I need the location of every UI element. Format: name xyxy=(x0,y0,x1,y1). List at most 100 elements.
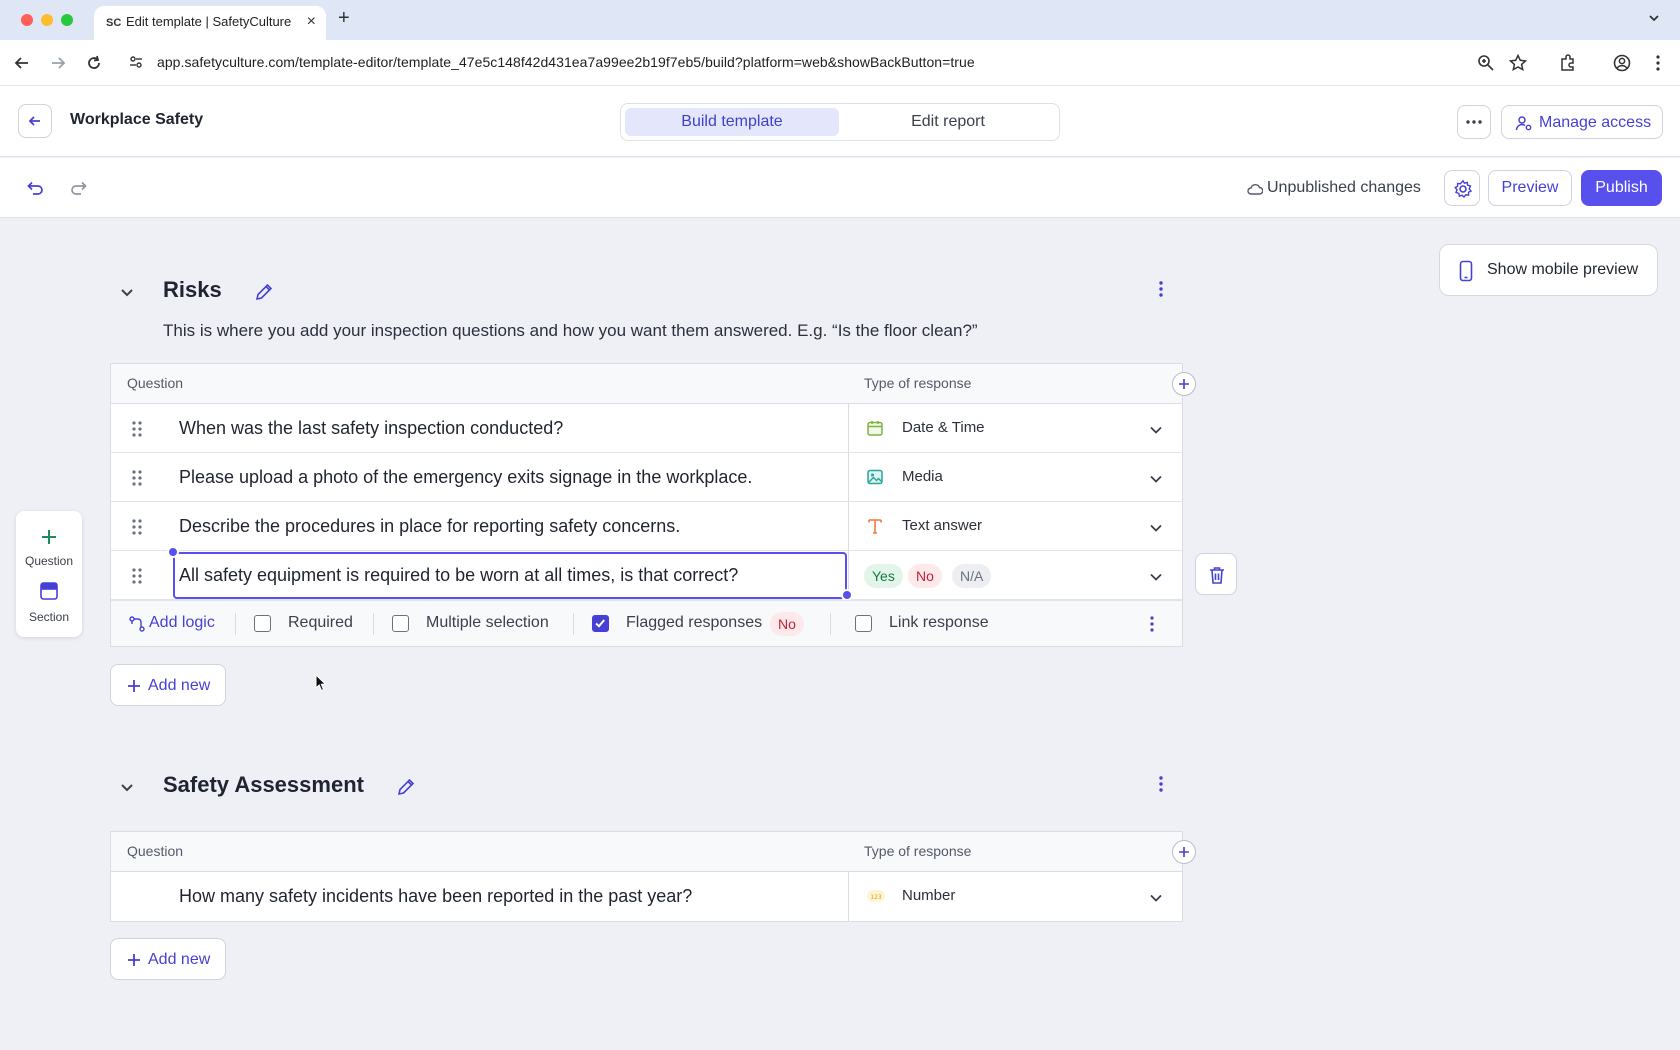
question-text[interactable]: When was the last safety inspection cond… xyxy=(179,418,563,439)
browser-address-bar: app.safetyculture.com/template-editor/te… xyxy=(0,40,1680,86)
section-icon xyxy=(40,582,58,600)
selection-handle[interactable] xyxy=(167,546,179,558)
question-table: Question Type of response When was the l… xyxy=(110,363,1196,647)
question-text[interactable]: Describe the procedures in place for rep… xyxy=(179,516,680,537)
divider xyxy=(235,613,236,635)
publish-button[interactable]: Publish xyxy=(1581,170,1662,206)
edit-pencil-icon[interactable] xyxy=(396,777,416,797)
multiple-selection-checkbox[interactable] xyxy=(392,615,409,632)
add-question-label[interactable]: Question xyxy=(16,554,82,568)
collapse-chevron-icon[interactable] xyxy=(118,778,136,796)
browser-tab[interactable]: SC Edit template | SafetyCulture × xyxy=(94,6,326,40)
plus-icon xyxy=(128,954,140,966)
table-row[interactable]: Describe the procedures in place for rep… xyxy=(111,502,1182,551)
question-options-menu-icon[interactable] xyxy=(1147,615,1157,633)
window-maximize-button[interactable] xyxy=(61,14,73,26)
column-header-question: Question xyxy=(127,375,184,391)
required-label[interactable]: Required xyxy=(288,614,353,632)
show-mobile-preview-button[interactable]: Show mobile preview xyxy=(1439,244,1658,296)
tab-edit-report[interactable]: Edit report xyxy=(841,108,1055,136)
add-section-label[interactable]: Section xyxy=(16,610,82,624)
add-section-button[interactable] xyxy=(39,581,59,601)
add-new-button[interactable]: Add new xyxy=(110,664,226,706)
response-na-badge[interactable]: N/A xyxy=(952,564,992,588)
table-header: Question Type of response xyxy=(111,832,1196,872)
arrow-left-icon xyxy=(28,116,40,126)
flagged-value-badge[interactable]: No xyxy=(770,612,804,636)
section-menu-icon[interactable] xyxy=(1153,279,1169,299)
table-row[interactable]: Please upload a photo of the emergency e… xyxy=(111,453,1182,502)
response-type-label[interactable]: Media xyxy=(902,468,943,485)
link-response-checkbox[interactable] xyxy=(855,615,872,632)
response-type-label[interactable]: Text answer xyxy=(902,517,982,534)
add-column-button[interactable] xyxy=(1172,372,1196,396)
add-column-button[interactable] xyxy=(1172,840,1196,864)
table-row[interactable]: How many safety incidents have been repo… xyxy=(111,872,1182,921)
profile-icon[interactable] xyxy=(1612,53,1632,73)
link-response-label[interactable]: Link response xyxy=(889,614,989,632)
bookmark-star-icon[interactable] xyxy=(1508,53,1528,73)
url-field[interactable]: app.safetyculture.com/template-editor/te… xyxy=(157,54,975,70)
edit-pencil-icon[interactable] xyxy=(254,282,274,302)
response-no-badge[interactable]: No xyxy=(908,564,942,588)
tab-list-chevron-icon[interactable] xyxy=(1646,10,1662,26)
browser-forward-icon[interactable] xyxy=(48,53,68,73)
question-text[interactable]: Please upload a photo of the emergency e… xyxy=(179,467,752,488)
extensions-icon[interactable] xyxy=(1558,53,1578,73)
save-status-text: Unpublished changes xyxy=(1267,179,1421,196)
response-dropdown-chevron-icon[interactable] xyxy=(1148,890,1164,906)
new-tab-icon[interactable]: + xyxy=(338,8,350,28)
delete-question-button[interactable] xyxy=(1195,553,1237,595)
tab-title: Edit template | SafetyCulture xyxy=(126,14,292,29)
drag-handle-icon[interactable] xyxy=(131,518,143,536)
flagged-responses-label[interactable]: Flagged responses xyxy=(626,614,762,632)
plus-icon xyxy=(1179,379,1189,389)
add-question-button[interactable] xyxy=(39,527,59,547)
drag-handle-icon[interactable] xyxy=(131,420,143,438)
browser-menu-icon[interactable] xyxy=(1648,53,1668,73)
column-header-question: Question xyxy=(127,843,184,859)
response-dropdown-chevron-icon[interactable] xyxy=(1148,520,1164,536)
collapse-chevron-icon[interactable] xyxy=(118,283,136,301)
undo-icon[interactable] xyxy=(25,178,45,198)
window-close-button[interactable] xyxy=(21,14,33,26)
question-text[interactable]: How many safety incidents have been repo… xyxy=(179,886,692,907)
section-title[interactable]: Safety Assessment xyxy=(163,772,364,798)
response-dropdown-chevron-icon[interactable] xyxy=(1148,569,1164,585)
back-button[interactable] xyxy=(18,104,52,138)
preview-button[interactable]: Preview xyxy=(1488,170,1572,206)
response-type-label[interactable]: Number xyxy=(902,887,955,904)
drag-handle-icon[interactable] xyxy=(131,567,143,585)
question-text[interactable]: All safety equipment is required to be w… xyxy=(179,565,738,586)
redo-icon[interactable] xyxy=(69,178,89,198)
manage-access-button[interactable]: Manage access xyxy=(1501,105,1663,139)
response-dropdown-chevron-icon[interactable] xyxy=(1148,471,1164,487)
section-title[interactable]: Risks xyxy=(163,277,222,303)
browser-reload-icon[interactable] xyxy=(84,53,104,73)
response-type-label[interactable]: Date & Time xyxy=(902,419,985,436)
add-new-label: Add new xyxy=(148,951,211,968)
add-new-button[interactable]: Add new xyxy=(110,938,226,980)
divider xyxy=(830,613,831,635)
browser-back-icon[interactable] xyxy=(12,53,32,73)
user-settings-icon xyxy=(1515,116,1532,131)
zoom-icon[interactable] xyxy=(1476,53,1496,73)
question-options-bar: Add logic Required Multiple selection Fl… xyxy=(111,600,1182,646)
table-row-selected[interactable]: All safety equipment is required to be w… xyxy=(111,546,1182,601)
table-row[interactable]: When was the last safety inspection cond… xyxy=(111,404,1182,453)
multiple-selection-label[interactable]: Multiple selection xyxy=(426,614,549,632)
settings-button[interactable] xyxy=(1444,170,1480,206)
tab-close-icon[interactable]: × xyxy=(307,13,316,31)
response-yes-badge[interactable]: Yes xyxy=(864,564,903,588)
required-checkbox[interactable] xyxy=(254,615,271,632)
more-options-button[interactable] xyxy=(1457,105,1491,139)
section-menu-icon[interactable] xyxy=(1153,774,1169,794)
flagged-responses-checkbox[interactable] xyxy=(592,615,609,632)
response-dropdown-chevron-icon[interactable] xyxy=(1148,422,1164,438)
manage-access-label: Manage access xyxy=(1539,114,1652,131)
window-minimize-button[interactable] xyxy=(41,14,53,26)
logic-branch-icon xyxy=(129,616,145,632)
tab-build-template[interactable]: Build template xyxy=(625,108,839,136)
site-settings-icon[interactable] xyxy=(128,54,144,70)
drag-handle-icon[interactable] xyxy=(131,469,143,487)
